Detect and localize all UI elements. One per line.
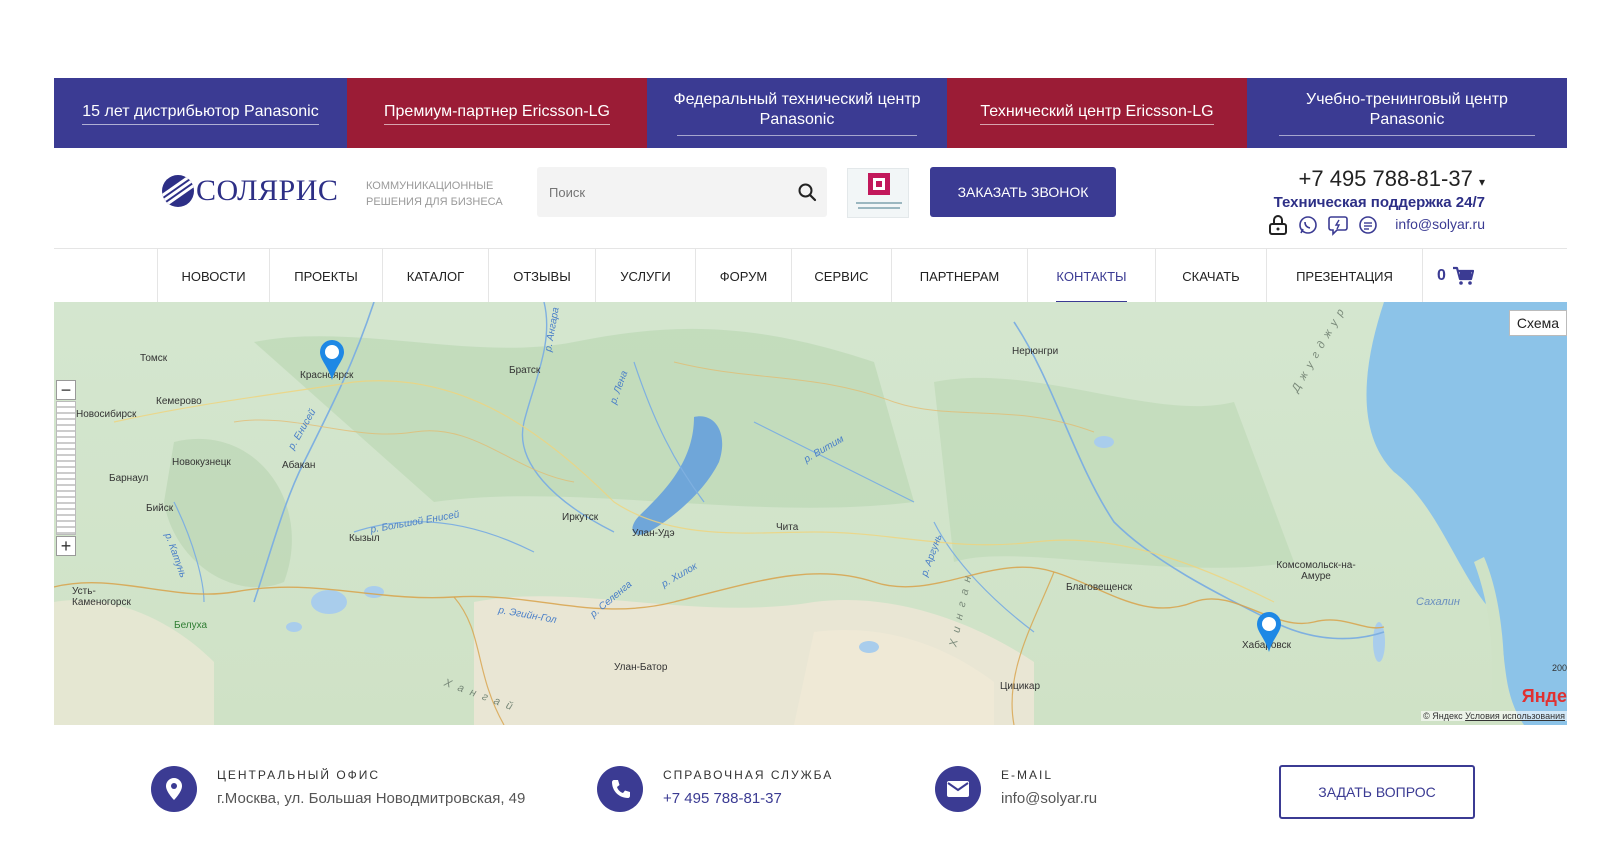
whatsapp-icon[interactable] [1297, 214, 1319, 236]
nav-item-contacts[interactable]: КОНТАКТЫ [1027, 249, 1155, 303]
search-box [537, 167, 827, 217]
map-city-label: Улан-Батор [614, 662, 668, 673]
nav-item-partners[interactable]: ПАРТНЕРАМ [891, 249, 1027, 303]
cart-icon [1452, 266, 1474, 285]
nav-item-forum[interactable]: ФОРУМ [695, 249, 791, 303]
search-input[interactable] [537, 167, 777, 217]
nav-item-presentation[interactable]: ПРЕЗЕНТАЦИЯ [1266, 249, 1422, 303]
banner-panasonic-training[interactable]: Учебно-тренинговый центр Panasonic [1247, 78, 1567, 148]
nav-item-reviews[interactable]: ОТЗЫВЫ [488, 249, 595, 303]
map-type-button[interactable]: Схема [1509, 310, 1567, 336]
email-block: E-MAIL info@solyar.ru [935, 766, 1097, 812]
nav-item-catalog[interactable]: КАТАЛОГ [382, 249, 488, 303]
map-region-label: Сахалин [1416, 596, 1460, 608]
email-link[interactable]: info@solyar.ru [1001, 790, 1097, 807]
map-city-label: Чита [776, 522, 799, 533]
banner-ericsson-tech-center[interactable]: Технический центр Ericsson-LG [947, 78, 1247, 148]
nav-item-news[interactable]: НОВОСТИ [157, 249, 269, 303]
support-text: Техническая поддержка 24/7 [1273, 194, 1485, 211]
map-marker-khabarovsk[interactable] [1254, 610, 1284, 654]
map-city-label: Иркутск [562, 512, 599, 523]
map-city-label: Бийск [146, 503, 174, 514]
phone-icon [597, 766, 643, 812]
email-label: E-MAIL [1001, 768, 1054, 782]
location-pin-icon [151, 766, 197, 812]
nav-item-services[interactable]: УСЛУГИ [595, 249, 695, 303]
banner-panasonic-distributor[interactable]: 15 лет дистрибьютор Panasonic [54, 78, 347, 148]
map-marker-krasnoyarsk[interactable] [317, 338, 347, 382]
chat-icon[interactable] [1357, 214, 1379, 236]
map-city-label: Комсомольск-на-Амуре [1276, 560, 1356, 582]
logo-globe-icon [162, 175, 194, 207]
cart-button[interactable]: 0 [1422, 249, 1512, 303]
map-scale-label: 200 [1551, 663, 1567, 673]
nav-item-download[interactable]: СКАЧАТЬ [1155, 249, 1266, 303]
map-city-label: Абакан [282, 460, 316, 471]
nav-items: НОВОСТИ ПРОЕКТЫ КАТАЛОГ ОТЗЫВЫ УСЛУГИ ФО… [157, 249, 1512, 303]
map-city-label: Усть-Каменогорск [72, 586, 131, 608]
map-city-label: Томск [140, 353, 168, 364]
header-email-link[interactable]: info@solyar.ru [1395, 216, 1485, 232]
map-city-label: Барнаул [109, 473, 149, 484]
logo-text: СОЛЯРИС [196, 174, 339, 207]
zoom-out-button[interactable]: − [56, 380, 76, 400]
order-call-button[interactable]: ЗАКАЗАТЬ ЗВОНОК [930, 167, 1116, 217]
office-block: ЦЕНТРАЛЬНЫЙ ОФИС г.Москва, ул. Большая Н… [151, 766, 525, 812]
help-phone-link[interactable]: +7 495 788-81-37 [663, 790, 833, 807]
lock-icon[interactable] [1267, 214, 1289, 236]
envelope-icon [935, 766, 981, 812]
map-city-label: Новосибирск [76, 409, 137, 420]
zoom-in-button[interactable]: + [56, 536, 76, 556]
cart-count: 0 [1437, 267, 1446, 284]
map-city-label: Братск [509, 365, 541, 376]
yandex-logo[interactable]: Янде [1522, 686, 1567, 707]
supplier-portal-badge[interactable] [847, 168, 909, 218]
map-copyright: © Яндекс Условия использования [1421, 711, 1567, 721]
supplier-portal-logo-icon [856, 173, 902, 209]
map-city-label: Цицикар [1000, 681, 1041, 692]
viber-icon[interactable] [1327, 214, 1349, 236]
top-banner: 15 лет дистрибьютор Panasonic Премиум-па… [54, 78, 1567, 148]
map-city-label: Улан-Удэ [632, 528, 675, 539]
office-address: г.Москва, ул. Большая Новодмитровская, 4… [217, 790, 526, 807]
help-label: СПРАВОЧНАЯ СЛУЖБА [663, 768, 834, 782]
contacts-bar: ЦЕНТРАЛЬНЫЙ ОФИС г.Москва, ул. Большая Н… [54, 752, 1567, 819]
main-nav: НОВОСТИ ПРОЕКТЫ КАТАЛОГ ОТЗЫВЫ УСЛУГИ ФО… [54, 248, 1567, 303]
map-city-label: Новокузнецк [172, 457, 231, 468]
map-city-label: Благовещенск [1066, 582, 1133, 593]
map-terms-link[interactable]: Условия использования [1465, 711, 1565, 721]
site-header: СОЛЯРИС КОММУНИКАЦИОННЫЕ РЕШЕНИЯ ДЛЯ БИЗ… [54, 148, 1567, 248]
search-icon[interactable] [797, 182, 817, 202]
map-peak-label: Белуха [174, 620, 208, 631]
map-city-label: Кемерово [156, 396, 202, 407]
help-block: СПРАВОЧНАЯ СЛУЖБА +7 495 788-81-37 [597, 766, 833, 812]
nav-item-projects[interactable]: ПРОЕКТЫ [269, 249, 382, 303]
map[interactable]: Томск Красноярск Кемерово Новосибирск Но… [54, 302, 1567, 725]
map-terrain [54, 302, 1567, 725]
nav-item-service[interactable]: СЕРВИС [791, 249, 891, 303]
contact-icons [1267, 214, 1379, 236]
tagline: КОММУНИКАЦИОННЫЕ РЕШЕНИЯ ДЛЯ БИЗНЕСА [366, 180, 503, 208]
zoom-slider[interactable] [56, 401, 76, 535]
logo[interactable]: СОЛЯРИС [162, 174, 338, 208]
banner-ericsson-premium[interactable]: Премиум-партнер Ericsson-LG [347, 78, 647, 148]
ask-question-button[interactable]: ЗАДАТЬ ВОПРОС [1279, 765, 1475, 819]
header-phone[interactable]: +7 495 788-81-37 ▾ [1299, 166, 1485, 192]
map-city-label: Нерюнгри [1012, 346, 1059, 357]
banner-panasonic-tech-center[interactable]: Федеральный технический центр Panasonic [647, 78, 947, 148]
office-label: ЦЕНТРАЛЬНЫЙ ОФИС [217, 768, 381, 782]
map-zoom-control: − + [56, 380, 78, 560]
